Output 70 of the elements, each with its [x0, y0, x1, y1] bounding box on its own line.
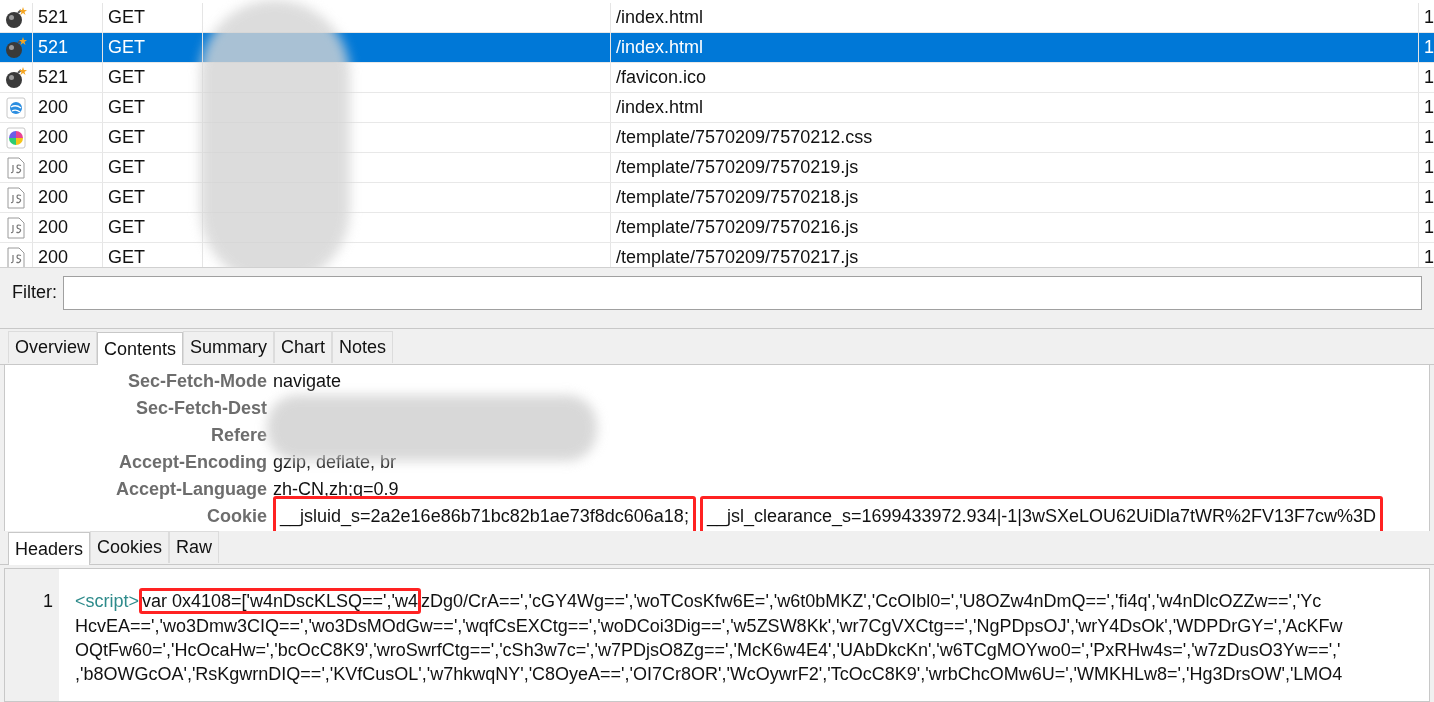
tab[interactable]: Contents — [97, 332, 184, 365]
bomb-icon — [5, 36, 27, 59]
tab[interactable]: Summary — [183, 331, 275, 363]
script-tag: <script> — [75, 589, 140, 613]
method-cell-text: GET — [108, 36, 145, 59]
code-text: var 0x4108=['w4nDscKLSQ==','w4 — [139, 588, 421, 614]
status-cell-text: 200 — [38, 216, 69, 239]
url-cell-text: /template/7570209/7570219.js — [616, 156, 859, 179]
method-cell-text: GET — [108, 66, 145, 89]
method-cell-text: GET — [108, 6, 145, 29]
table-cell-text: 1 — [1424, 216, 1434, 239]
url-cell-text: /template/7570209/7570216.js — [616, 216, 859, 239]
url-cell-text: /template/7570209/7570217.js — [616, 246, 859, 267]
globe-icon — [6, 96, 26, 119]
method-cell-text: GET — [108, 96, 145, 119]
code-text: ,'b8OWGcOA','RsKgwrnDIQ==','KVfCusOL','w7hkwqNY','C8OyeA==','OI7Cr8OR','WcOywrF2','TcOcC8K9','wrbChcOMw6U=','WMKHLw8=','Hg3DrsOW','LMO4 — [75, 663, 1343, 686]
code-text: zDg0/CrA==','cGY4Wg==','woTCosKfw6E=','w6t0bMKZ','CcOIbl0=','U8OZw4nDmQ==','fi4q','w4nDlcOZZw==','Yc — [421, 590, 1322, 613]
url-cell-text: /index.html — [616, 36, 704, 59]
tab[interactable]: Cookies — [90, 531, 170, 563]
status-cell-text: 200 — [38, 96, 69, 119]
header-name: Accept-Language — [115, 478, 267, 501]
script-file-icon — [7, 156, 25, 179]
url-cell-text: /template/7570209/7570212.css — [616, 126, 873, 149]
url-cell-text: /template/7570209/7570218.js — [616, 186, 859, 209]
status-cell-text: 200 — [38, 156, 69, 179]
line-number: 1 — [43, 590, 53, 612]
code-text: HcvEA==','wo3Dmw3CIQ==','wo3DsMOdGw==','wqfCsEXCtg==','woDCoi3Dig==','w5ZSW8Kk','wr7CgVXCtg==','NgPDpsOJ','wrY4DsOk','WDPDrGY=','AcKFw — [75, 615, 1343, 638]
tab[interactable]: Raw — [169, 531, 220, 563]
filter-field[interactable] — [63, 275, 1422, 310]
status-cell-text: 200 — [38, 126, 69, 149]
status-cell-text: 200 — [38, 246, 69, 267]
url-cell-text: /index.html — [616, 96, 704, 119]
url-cell-text: /index.html — [616, 6, 704, 29]
header-name: Sec-Fetch-Dest — [135, 397, 267, 420]
tab[interactable]: Notes — [332, 331, 394, 363]
method-cell-text: GET — [108, 216, 145, 239]
status-cell-text: 521 — [38, 6, 69, 29]
method-cell-text: GET — [108, 126, 145, 149]
tab[interactable]: Overview — [8, 331, 97, 363]
status-cell-text: 521 — [38, 36, 69, 59]
method-cell-text: GET — [108, 156, 145, 179]
table-cell-text: 1 — [1424, 36, 1434, 59]
method-cell-text: GET — [108, 246, 145, 267]
status-cell-text: 521 — [38, 66, 69, 89]
table-cell-text: 1 — [1424, 156, 1434, 179]
table-cell-text: 1 — [1424, 66, 1434, 89]
table-cell-text: 1 — [1424, 186, 1434, 209]
url-cell-text: /favicon.ico — [616, 66, 707, 89]
header-name: Sec-Fetch-Mode — [127, 370, 267, 393]
script-file-icon — [7, 186, 25, 209]
method-cell-text: GET — [108, 186, 145, 209]
bomb-icon — [5, 6, 27, 29]
header-name: Cookie — [207, 505, 267, 528]
script-file-icon — [7, 216, 25, 239]
code-text: OQtFw60=','HcOcaHw=','bcOcC8K9','wroSwrfCtg==','cSh3w7c=','w7PDjsO8Zg==','McK6w4E4','UAbDkcKn','w6TCgMOYwo0=','PxRHw4s=','w7zDusO3Yw==',' — [75, 639, 1341, 662]
table-cell-text: 1 — [1424, 96, 1434, 119]
table-cell-text: 1 — [1424, 6, 1434, 29]
header-value: navigate — [273, 370, 342, 393]
tab[interactable]: Chart — [274, 331, 333, 363]
color-wheel-icon — [6, 126, 26, 149]
bomb-icon — [5, 66, 27, 89]
header-name: Refere — [210, 424, 267, 447]
table-cell-text: 1 — [1424, 126, 1434, 149]
header-value: gzip, deflate, br — [273, 451, 397, 474]
tab[interactable]: Headers — [8, 532, 91, 565]
table-cell-text: 1 — [1424, 246, 1434, 267]
session-row[interactable]: 521 GET /index.html 1 — [0, 33, 1434, 63]
filter-label: Filter: — [12, 281, 57, 304]
header-name: Accept-Encoding — [119, 451, 267, 474]
status-cell-text: 200 — [38, 186, 69, 209]
